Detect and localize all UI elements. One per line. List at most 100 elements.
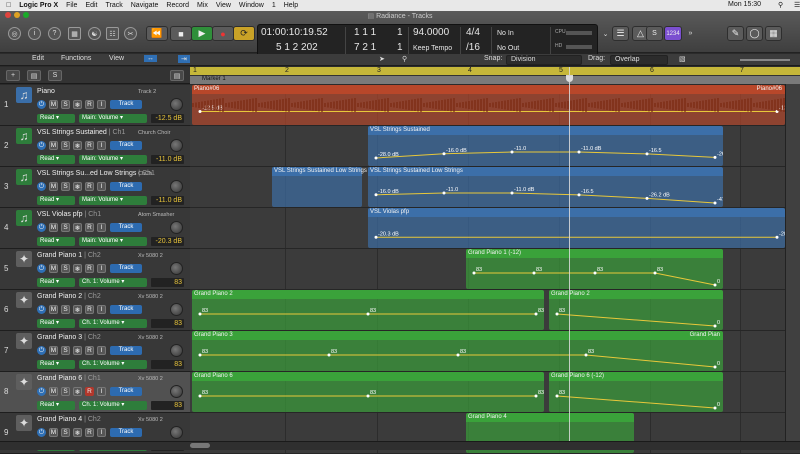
keyboard-icon[interactable]: ✦ <box>16 374 32 390</box>
automation-value[interactable]: 83 <box>151 319 184 328</box>
power-icon[interactable]: ⏻ <box>37 141 46 150</box>
automation-parameter-select[interactable]: Ch. 1: Volume ▾ <box>79 278 147 287</box>
track-list-icon[interactable]: ▤ <box>170 70 184 81</box>
mute-button[interactable]: M <box>49 182 58 191</box>
menu-view[interactable]: View <box>216 2 231 9</box>
more-icon[interactable]: » <box>684 27 697 40</box>
freeze-icon[interactable]: ❄ <box>73 264 82 273</box>
track-lane[interactable]: VSL Strings Sustained -28.0 dB -16.0 dB -11… <box>190 126 800 167</box>
automation-curve[interactable]: 83 83 83 <box>192 290 544 330</box>
automation-value[interactable]: 83 <box>151 401 184 410</box>
automation-mode-select[interactable]: Read ▾ <box>37 319 75 328</box>
pointer-tool-icon[interactable]: ➤ <box>379 55 385 63</box>
keyboard-icon[interactable]: ✦ <box>16 415 32 431</box>
automation-parameter-select[interactable]: Main: Volume ▾ <box>79 114 147 123</box>
functions-menu[interactable]: Functions <box>61 55 91 62</box>
music-note-icon[interactable]: ♫ <box>16 210 32 226</box>
solo-button[interactable]: S <box>61 387 70 396</box>
stop-button[interactable]: ■ <box>170 26 192 41</box>
region[interactable]: VSL Violas pfp-20.3 dB-20.3 dB <box>368 208 785 248</box>
keyboard-icon[interactable]: ✦ <box>16 292 32 308</box>
volume-knob[interactable] <box>170 385 183 398</box>
power-icon[interactable]: ⏻ <box>37 305 46 314</box>
solo-button[interactable]: S <box>61 223 70 232</box>
lcd-display[interactable]: 01:00:10:19.52 5 1 2 202 1 1 1 7 2 1 1 1… <box>257 24 598 57</box>
catch-icon[interactable]: ⇥ <box>178 55 190 63</box>
solo-button[interactable]: S <box>61 264 70 273</box>
input-monitor-icon[interactable]: I <box>97 305 106 314</box>
track-lane[interactable]: Grand Piano 1 (-12) 83 83 83 83 0 <box>190 249 800 290</box>
apple-menu[interactable]:  <box>6 2 11 9</box>
region[interactable]: VSL Strings Sustained -28.0 dB -16.0 dB -11… <box>368 126 723 166</box>
volume-knob[interactable] <box>170 180 183 193</box>
track-mode-button[interactable]: Track <box>110 223 142 232</box>
automation-curve[interactable]: -12.5 dB-12.5 dB <box>192 85 785 125</box>
track-mode-button[interactable]: Track <box>110 428 142 437</box>
mute-button[interactable]: M <box>49 305 58 314</box>
automation-parameter-select[interactable]: Ch. 1: Volume ▾ <box>79 319 147 328</box>
app-menu[interactable]: Logic Pro X <box>19 2 58 9</box>
input-monitor-icon[interactable]: I <box>97 264 106 273</box>
menu-track[interactable]: Track <box>106 2 123 9</box>
waveform-zoom-icon[interactable]: ▧ <box>679 55 686 63</box>
automation-value[interactable]: -12.5 dB <box>151 114 184 123</box>
input-monitor-icon[interactable]: I <box>97 387 106 396</box>
help-button[interactable]: ? <box>48 27 61 40</box>
automation-parameter-select[interactable]: Ch. 1: Volume ▾ <box>79 401 147 410</box>
division[interactable]: /16 <box>466 42 480 53</box>
power-icon[interactable]: ⏻ <box>37 428 46 437</box>
flex-icon[interactable]: ↔ <box>144 55 157 62</box>
record-enable-button[interactable]: R <box>85 223 94 232</box>
freeze-icon[interactable]: ❄ <box>73 100 82 109</box>
global-s-button[interactable]: S <box>48 70 62 81</box>
info-button[interactable]: i <box>28 27 41 40</box>
track-name[interactable]: Grand Piano 1 | Ch2 <box>37 252 101 259</box>
record-enable-button[interactable]: R <box>85 305 94 314</box>
mute-button[interactable]: M <box>49 346 58 355</box>
automation-value[interactable]: -11.0 dB <box>151 196 184 205</box>
automation-parameter-select[interactable]: Main: Volume ▾ <box>79 155 147 164</box>
vertical-scrollbar[interactable] <box>785 84 800 441</box>
input-monitor-icon[interactable]: I <box>97 141 106 150</box>
rewind-button[interactable]: ⏪ <box>146 26 168 41</box>
solo-button[interactable]: S <box>61 141 70 150</box>
freeze-icon[interactable]: ❄ <box>73 223 82 232</box>
automation-parameter-select[interactable]: Main: Volume ▾ <box>79 237 147 246</box>
region[interactable]: Grand Piano 2 83 83 83 <box>192 290 544 330</box>
freeze-icon[interactable]: ❄ <box>73 182 82 191</box>
mute-button[interactable]: M <box>49 141 58 150</box>
input-monitor-icon[interactable]: I <box>97 182 106 191</box>
track-header[interactable]: 4 ♫ VSL Violas pfp | Ch1 Atom Smasher ⏻ … <box>0 208 190 249</box>
track-mode-button[interactable]: Track <box>110 387 142 396</box>
input-monitor-icon[interactable]: I <box>97 346 106 355</box>
marker-lane[interactable]: Marker 1 <box>190 76 800 84</box>
region[interactable]: Grand Piano 3 Grand Pian 83 83 83 83 0 <box>192 331 723 371</box>
volume-knob[interactable] <box>170 139 183 152</box>
power-icon[interactable]: ⏻ <box>37 387 46 396</box>
tuner-button[interactable]: 1234 <box>664 26 682 41</box>
record-enable-button[interactable]: R <box>85 182 94 191</box>
track-header[interactable]: 3 ♫ VSL Strings Su...ed Low Strings | Ch… <box>0 167 190 208</box>
track-mode-button[interactable]: Track <box>110 100 142 109</box>
power-icon[interactable]: ⏻ <box>37 264 46 273</box>
count-in-icon[interactable]: S <box>646 26 663 41</box>
input-monitor-icon[interactable]: I <box>97 428 106 437</box>
freeze-icon[interactable]: ❄ <box>73 346 82 355</box>
tempo-value[interactable]: 94.0000 <box>413 27 449 38</box>
music-note-icon[interactable]: ♫ <box>16 128 32 144</box>
power-icon[interactable]: ⏻ <box>37 223 46 232</box>
solo-button[interactable]: S <box>61 428 70 437</box>
menu-record[interactable]: Record <box>166 2 189 9</box>
automation-value[interactable]: -20.3 dB <box>151 237 184 246</box>
zoom-window-button[interactable] <box>23 12 29 18</box>
freeze-icon[interactable]: ❄ <box>73 305 82 314</box>
track-name[interactable]: Grand Piano 4 | Ch2 <box>37 416 101 423</box>
track-name[interactable]: Piano <box>37 88 55 95</box>
mute-button[interactable]: M <box>49 428 58 437</box>
track-mode-button[interactable]: Track <box>110 182 142 191</box>
keyboard-icon[interactable]: ✦ <box>16 333 32 349</box>
bar-ruler[interactable]: 1 2 3 4 5 6 7 <box>190 67 800 76</box>
volume-knob[interactable] <box>170 344 183 357</box>
mute-button[interactable]: M <box>49 264 58 273</box>
music-note-icon[interactable]: ♫ <box>16 169 32 185</box>
